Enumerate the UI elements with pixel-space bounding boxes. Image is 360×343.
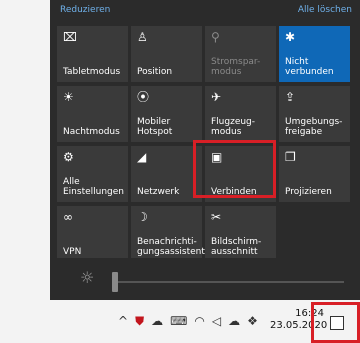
cloud-icon[interactable]: ☁ <box>151 314 163 329</box>
tile-alle-einstellungen[interactable]: ⚙ Alle Einstellungen <box>57 146 128 202</box>
brightness-track[interactable] <box>112 281 344 283</box>
tile-umgebungsfreigabe[interactable]: ⇪ Umgebungs- freigabe <box>279 86 350 142</box>
tile-label: Umgebungs- freigabe <box>285 117 343 137</box>
tile-label: Nicht verbunden <box>285 57 334 77</box>
chevron-up-icon[interactable]: ^ <box>118 314 128 329</box>
location-icon: ♙ <box>137 30 148 44</box>
tile-label: Mobiler Hotspot <box>137 117 173 137</box>
tile-label: Verbinden <box>211 187 257 197</box>
security-icon[interactable]: ⛊ <box>135 314 144 329</box>
tile-bluetooth[interactable]: ✱ Nicht verbunden <box>279 26 350 82</box>
tile-tabletmodus[interactable]: ⌧ Tabletmodus <box>57 26 128 82</box>
system-tray: ^ ⛊ ☁ ⌨ ◠ ◁ ☁ ❖ <box>118 314 258 329</box>
tile-stromsparmodus[interactable]: ⚲ Stromspar- modus <box>205 26 276 82</box>
tile-label: Stromspar- modus <box>211 57 261 77</box>
clock-date: 23.05.2020 <box>270 320 328 331</box>
nearby-sharing-icon: ⇪ <box>285 90 296 104</box>
tile-flugzeugmodus[interactable]: ✈ Flugzeug- modus <box>205 86 276 142</box>
tile-bildschirmausschnitt[interactable]: ✂ Bildschirm- ausschnitt <box>205 206 276 262</box>
notification-center-button[interactable] <box>322 308 352 338</box>
brightness-icon: ☼ <box>80 268 95 287</box>
wifi-icon[interactable]: ◠ <box>194 314 204 329</box>
action-center: Reduzieren Alle löschen ⌧ Tabletmodus ♙ Pos… <box>50 0 360 300</box>
vpn-icon: ∞ <box>63 210 73 224</box>
screen-snip-icon: ✂ <box>211 210 222 224</box>
connect-icon: ▣ <box>211 150 223 164</box>
tile-label: Position <box>137 67 173 77</box>
tile-benachrichtigungsassistent[interactable]: ☽ Benachrichti- gungsassistent <box>131 206 205 262</box>
clear-all-link[interactable]: Alle löschen <box>298 5 352 15</box>
collapse-link[interactable]: Reduzieren <box>60 5 110 15</box>
tile-label: Netzwerk <box>137 187 180 197</box>
focus-assist-icon: ☽ <box>137 210 148 224</box>
dropbox-icon[interactable]: ❖ <box>247 314 258 329</box>
tile-label: Projizieren <box>285 187 332 197</box>
tile-position[interactable]: ♙ Position <box>131 26 202 82</box>
tile-projizieren[interactable]: ❐ Projizieren <box>279 146 350 202</box>
tile-label: Bildschirm- ausschnitt <box>211 237 262 257</box>
tile-label: Flugzeug- modus <box>211 117 256 137</box>
tile-verbinden[interactable]: ▣ Verbinden <box>205 146 276 202</box>
tablet-mode-icon: ⌧ <box>63 30 77 44</box>
tile-label: Tabletmodus <box>63 67 121 77</box>
tile-label: Alle Einstellungen <box>63 177 125 197</box>
settings-gear-icon: ⚙ <box>63 150 74 164</box>
tile-label: VPN <box>63 247 82 257</box>
brightness-slider[interactable]: ☼ <box>50 258 360 300</box>
project-icon: ❐ <box>285 150 296 164</box>
tile-label: Nachtmodus <box>63 127 120 137</box>
tile-netzwerk[interactable]: ◢ Netzwerk <box>131 146 202 202</box>
battery-saver-icon: ⚲ <box>211 30 220 44</box>
night-light-icon: ☀ <box>63 90 74 104</box>
network-icon: ◢ <box>137 150 147 164</box>
keyboard-icon[interactable]: ⌨ <box>170 314 187 329</box>
tile-label: Benachrichti- gungsassistent <box>137 237 205 257</box>
onedrive-icon[interactable]: ☁ <box>228 314 240 329</box>
quick-actions-grid: ⌧ Tabletmodus ♙ Position ⚲ Stromspar- modus ✱ N… <box>57 26 350 262</box>
tile-mobiler-hotspot[interactable]: ⦿ Mobiler Hotspot <box>131 86 202 142</box>
bluetooth-icon: ✱ <box>285 30 296 44</box>
tile-vpn[interactable]: ∞ VPN <box>57 206 128 262</box>
taskbar-clock[interactable]: 16:24 23.05.2020 <box>270 308 328 332</box>
tile-nachtmodus[interactable]: ☀ Nachtmodus <box>57 86 128 142</box>
hotspot-icon: ⦿ <box>137 90 150 104</box>
action-center-header: Reduzieren Alle löschen <box>50 0 360 26</box>
notification-icon <box>330 316 344 330</box>
taskbar: ^ ⛊ ☁ ⌨ ◠ ◁ ☁ ❖ 16:24 23.05.2020 <box>0 300 360 343</box>
volume-icon[interactable]: ◁ <box>212 314 221 329</box>
brightness-thumb[interactable] <box>112 272 118 292</box>
airplane-icon: ✈ <box>211 90 222 104</box>
clock-time: 16:24 <box>295 308 324 319</box>
